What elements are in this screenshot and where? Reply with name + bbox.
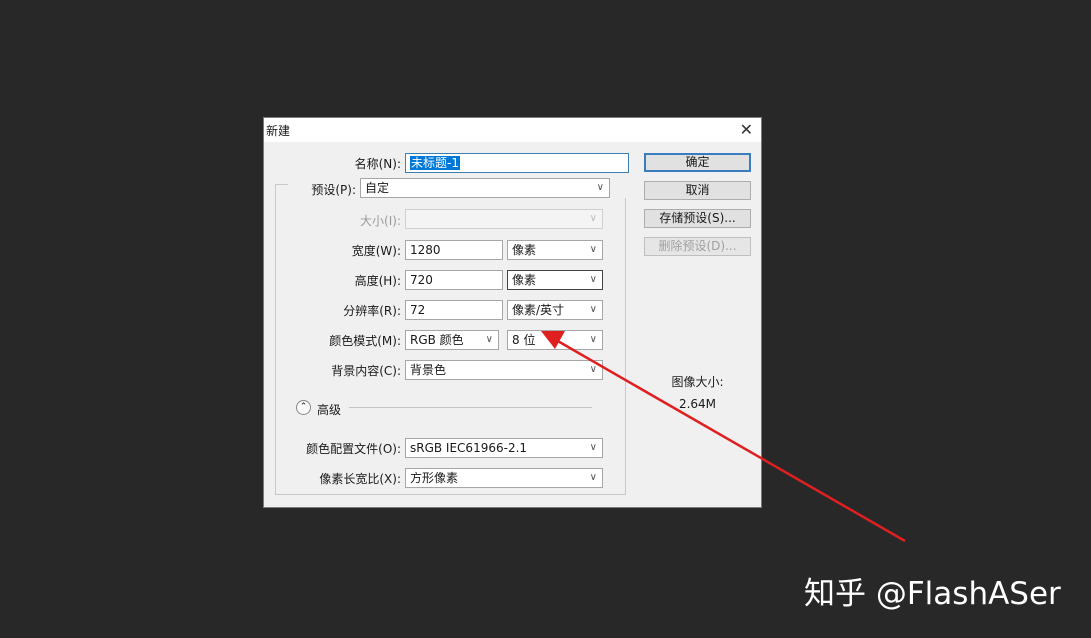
watermark: 知乎 @FlashASer	[804, 576, 1061, 612]
annotation-arrow	[541, 331, 906, 543]
